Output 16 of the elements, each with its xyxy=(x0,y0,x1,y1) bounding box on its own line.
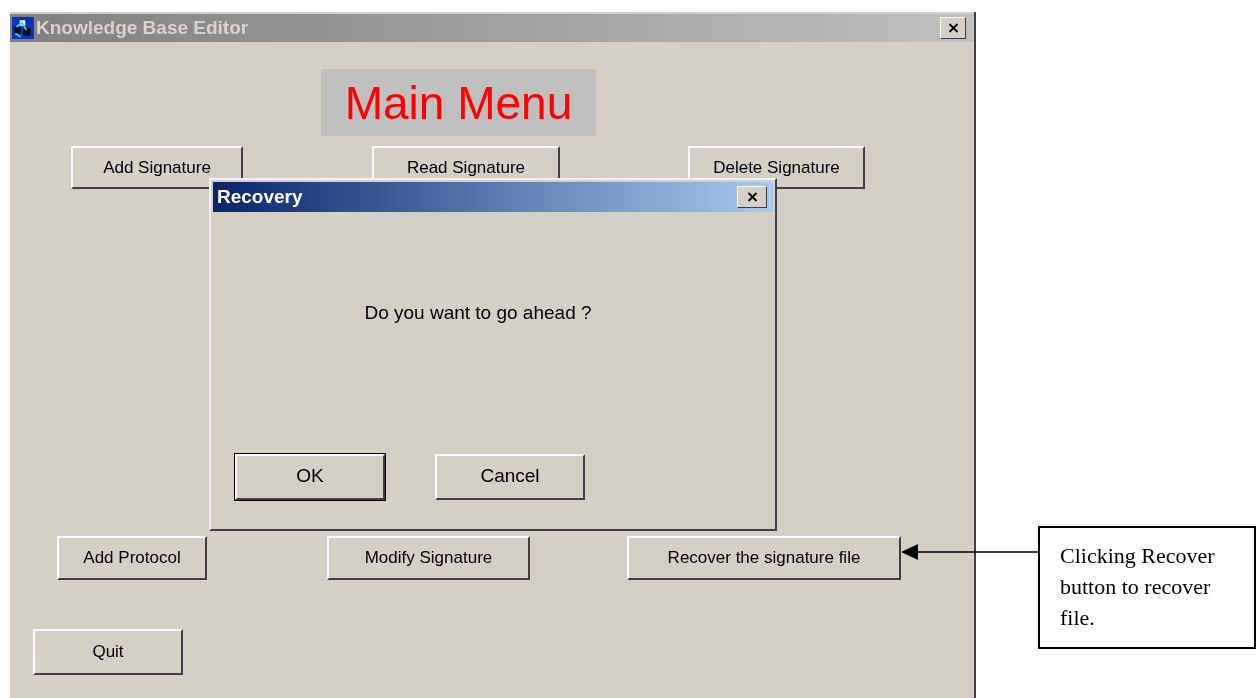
menu-button[interactable]: Recover the signature file xyxy=(627,536,901,580)
app-logo-icon xyxy=(12,17,34,39)
dialog-button[interactable]: Cancel xyxy=(435,453,585,500)
dialog-message: Do you want to go ahead ? xyxy=(364,301,592,325)
close-icon xyxy=(947,23,959,33)
close-button[interactable] xyxy=(940,17,966,39)
menu-button[interactable]: Add Signature xyxy=(71,146,243,189)
menu-button[interactable]: Modify Signature xyxy=(327,536,530,580)
menu-button[interactable]: Add Protocol xyxy=(57,536,207,580)
close-icon xyxy=(746,192,758,202)
dialog-button[interactable]: OK xyxy=(235,453,385,500)
main-menu-heading: Main Menu xyxy=(344,79,573,126)
menu-button[interactable]: Quit xyxy=(33,629,183,675)
annotation-text: Clicking Recover button to recover file. xyxy=(1060,542,1216,632)
close-button[interactable] xyxy=(737,186,767,208)
window-title: Knowledge Base Editor xyxy=(36,15,249,40)
